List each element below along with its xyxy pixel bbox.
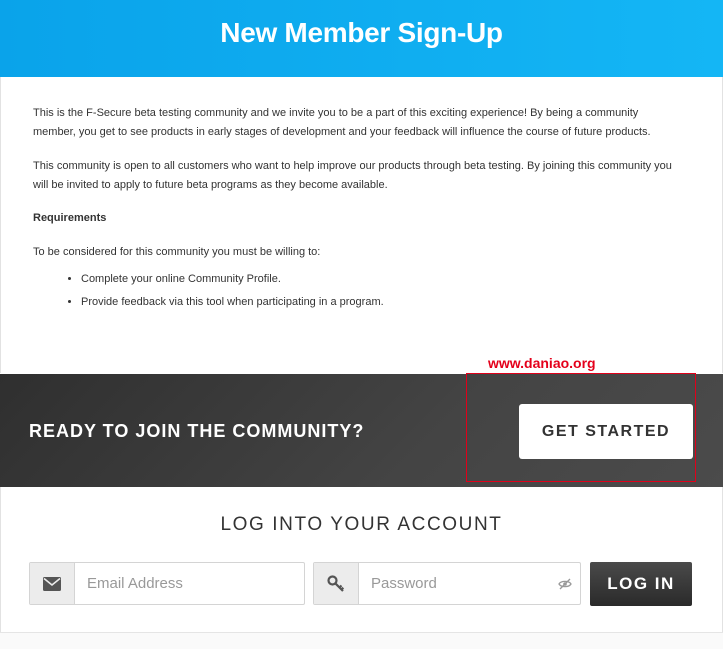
eye-slash-icon[interactable]: [550, 563, 580, 604]
intro-paragraph: This community is open to all customers …: [33, 160, 672, 191]
log-in-button[interactable]: LOG IN: [590, 562, 692, 606]
page-title: New Member Sign-Up: [220, 17, 503, 48]
intro-paragraph: This is the F-Secure beta testing commun…: [33, 107, 651, 138]
list-item: Provide feedback via this tool when part…: [81, 293, 673, 312]
list-item: Complete your online Community Profile.: [81, 270, 673, 289]
email-input[interactable]: [75, 563, 304, 604]
footer-divider: [0, 632, 723, 649]
left-border: [0, 487, 1, 648]
password-field[interactable]: [313, 562, 581, 605]
right-border: [722, 487, 723, 648]
get-started-button[interactable]: GET STARTED: [519, 404, 693, 459]
intro-section: This is the F-Secure beta testing commun…: [0, 77, 723, 373]
requirements-list: Complete your online Community Profile. …: [33, 270, 673, 312]
email-field[interactable]: [29, 562, 305, 605]
page-header: New Member Sign-Up: [0, 0, 723, 77]
join-heading: READY TO JOIN THE COMMUNITY?: [29, 421, 365, 441]
requirements-lead: To be considered for this community you …: [33, 246, 321, 258]
login-title: LOG INTO YOUR ACCOUNT: [220, 514, 503, 535]
watermark-text: www.daniao.org: [488, 355, 596, 371]
password-input[interactable]: [359, 563, 550, 604]
envelope-icon: [30, 563, 75, 604]
key-icon: [314, 563, 359, 604]
requirements-heading: Requirements: [33, 212, 107, 224]
